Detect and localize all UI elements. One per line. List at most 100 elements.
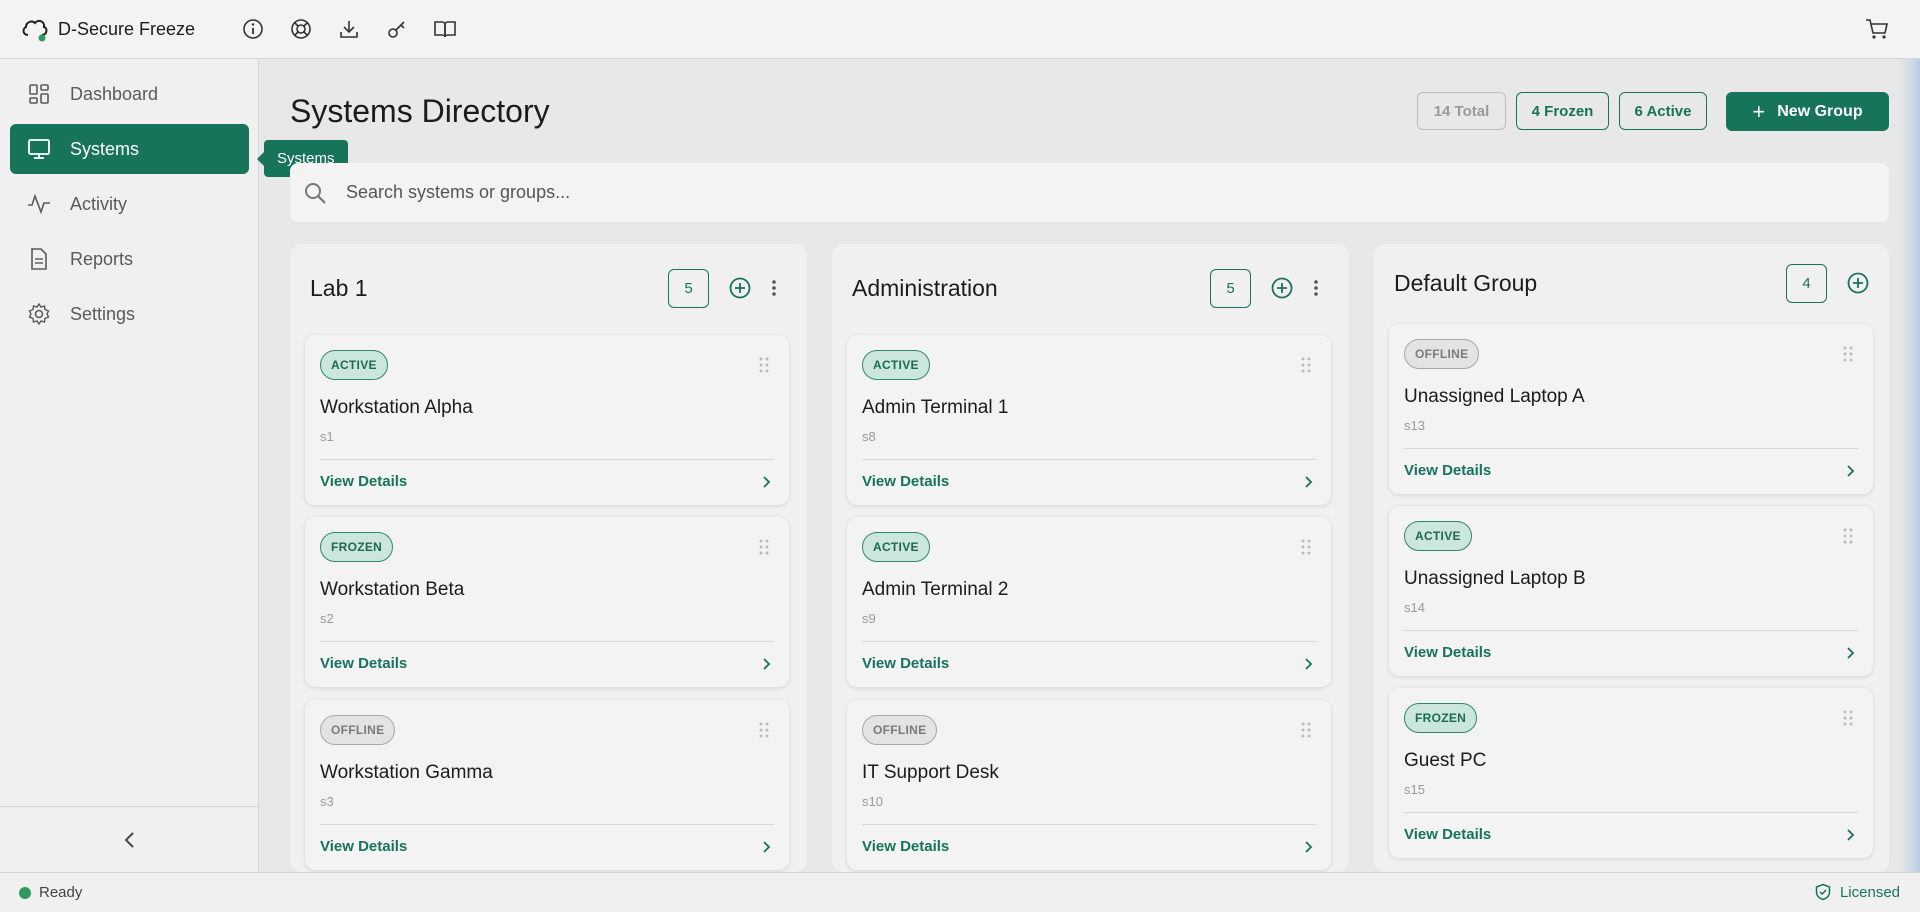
sidebar-item-reports[interactable]: Reports — [10, 234, 249, 284]
book-icon[interactable] — [432, 16, 458, 42]
system-card[interactable]: OFFLINE IT Support Desk s10 View Details — [847, 700, 1331, 870]
system-id: s9 — [862, 611, 876, 626]
view-details-link[interactable]: View Details — [320, 655, 407, 672]
system-card[interactable]: ACTIVE Admin Terminal 1 s8 View Details — [847, 335, 1331, 505]
status-badge: OFFLINE — [862, 715, 938, 745]
system-card[interactable]: ACTIVE Admin Terminal 2 s9 View Details — [847, 517, 1331, 687]
chevron-right-icon[interactable] — [1842, 644, 1858, 662]
key-icon[interactable] — [384, 16, 410, 42]
view-details-link[interactable]: View Details — [1404, 644, 1491, 661]
system-id: s14 — [1404, 600, 1425, 615]
status-badge: ACTIVE — [320, 350, 388, 380]
system-card[interactable]: OFFLINE Workstation Gamma s3 View Detail… — [305, 700, 789, 870]
chevron-right-icon[interactable] — [1300, 838, 1316, 856]
ready-indicator-icon — [19, 886, 31, 899]
drag-handle-icon[interactable] — [1841, 526, 1855, 546]
chevron-right-icon[interactable] — [1842, 826, 1858, 844]
system-card[interactable]: FROZEN Guest PC s15 View Details — [1389, 688, 1873, 858]
cart-icon[interactable] — [1864, 16, 1890, 42]
group-column-administration: Administration 5 ACTIVE Admin Terminal 1… — [832, 244, 1349, 872]
group-count-badge: 4 — [1786, 263, 1827, 303]
system-card[interactable]: OFFLINE Unassigned Laptop A s13 View Det… — [1389, 324, 1873, 494]
group-count-badge: 5 — [1210, 268, 1251, 308]
view-details-link[interactable]: View Details — [862, 473, 949, 490]
sidebar-item-label: Systems — [70, 138, 140, 159]
system-card[interactable]: ACTIVE Workstation Alpha s1 View Details — [305, 335, 789, 505]
drag-handle-icon[interactable] — [1299, 537, 1313, 557]
drag-handle-icon[interactable] — [1299, 355, 1313, 375]
system-id: s2 — [320, 611, 334, 626]
app-title: D-Secure Freeze — [58, 18, 196, 39]
group-title: Administration — [852, 274, 998, 301]
drag-handle-icon[interactable] — [1841, 344, 1855, 364]
status-badge: OFFLINE — [1404, 339, 1480, 369]
system-id: s15 — [1404, 782, 1425, 797]
sidebar-item-label: Reports — [70, 248, 134, 269]
info-icon[interactable] — [240, 16, 266, 42]
group-header: Lab 1 5 — [310, 244, 787, 332]
drag-handle-icon[interactable] — [1841, 708, 1855, 728]
view-details-link[interactable]: View Details — [862, 838, 949, 855]
activity-icon — [26, 191, 52, 217]
status-badge: FROZEN — [320, 532, 394, 562]
system-id: s1 — [320, 429, 334, 444]
search-input[interactable] — [346, 182, 1846, 203]
system-name: Admin Terminal 1 — [862, 397, 1009, 418]
search-bar — [290, 163, 1889, 222]
support-icon[interactable] — [288, 16, 314, 42]
sidebar-footer — [0, 806, 259, 872]
more-options-icon[interactable] — [761, 275, 787, 301]
drag-handle-icon[interactable] — [1299, 720, 1313, 740]
app-window: D-Secure Freeze Dashboard Systems Activi… — [0, 0, 1920, 912]
system-card[interactable]: ACTIVE Unassigned Laptop B s14 View Deta… — [1389, 506, 1873, 676]
group-title: Default Group — [1394, 269, 1538, 296]
new-group-label: New Group — [1777, 102, 1863, 120]
status-bar: Ready Licensed — [0, 872, 1920, 912]
license-status[interactable]: Licensed — [1814, 883, 1900, 901]
system-name: Workstation Gamma — [320, 762, 493, 783]
download-icon[interactable] — [336, 16, 362, 42]
card-divider — [862, 641, 1316, 642]
card-divider — [862, 824, 1316, 825]
sidebar-item-label: Activity — [70, 193, 128, 214]
card-divider — [320, 459, 774, 460]
card-divider — [862, 459, 1316, 460]
add-system-icon[interactable] — [727, 275, 753, 301]
chevron-right-icon[interactable] — [1300, 655, 1316, 673]
collapse-sidebar-icon[interactable] — [115, 825, 145, 855]
sidebar-item-systems[interactable]: Systems — [10, 124, 249, 174]
toolbar — [240, 16, 480, 42]
group-header: Default Group 4 — [1394, 244, 1871, 322]
system-name: Unassigned Laptop A — [1404, 386, 1585, 407]
system-name: Guest PC — [1404, 750, 1487, 771]
card-divider — [1404, 630, 1858, 631]
sidebar: Dashboard Systems Activity Reports Setti… — [0, 59, 259, 872]
chevron-right-icon[interactable] — [758, 838, 774, 856]
add-system-icon[interactable] — [1845, 270, 1871, 296]
new-group-button[interactable]: + New Group — [1726, 92, 1889, 131]
sidebar-item-dashboard[interactable]: Dashboard — [10, 69, 249, 119]
add-system-icon[interactable] — [1269, 275, 1295, 301]
system-card[interactable]: FROZEN Workstation Beta s2 View Details — [305, 517, 789, 687]
drag-handle-icon[interactable] — [757, 355, 771, 375]
drag-handle-icon[interactable] — [757, 720, 771, 740]
view-details-link[interactable]: View Details — [320, 473, 407, 490]
group-title: Lab 1 — [310, 274, 368, 301]
chevron-right-icon[interactable] — [758, 655, 774, 673]
view-details-link[interactable]: View Details — [1404, 462, 1491, 479]
view-details-link[interactable]: View Details — [862, 655, 949, 672]
more-options-icon[interactable] — [1303, 275, 1329, 301]
chevron-right-icon[interactable] — [1300, 473, 1316, 491]
sidebar-item-label: Dashboard — [70, 83, 159, 104]
sidebar-item-activity[interactable]: Activity — [10, 179, 249, 229]
chevron-right-icon[interactable] — [1842, 462, 1858, 480]
license-label: Licensed — [1839, 883, 1900, 901]
view-details-link[interactable]: View Details — [1404, 826, 1491, 843]
system-name: IT Support Desk — [862, 762, 999, 783]
drag-handle-icon[interactable] — [757, 537, 771, 557]
total-count-badge: 14 Total — [1417, 92, 1506, 130]
chevron-right-icon[interactable] — [758, 473, 774, 491]
sidebar-item-settings[interactable]: Settings — [10, 289, 249, 339]
view-details-link[interactable]: View Details — [320, 838, 407, 855]
card-divider — [320, 641, 774, 642]
